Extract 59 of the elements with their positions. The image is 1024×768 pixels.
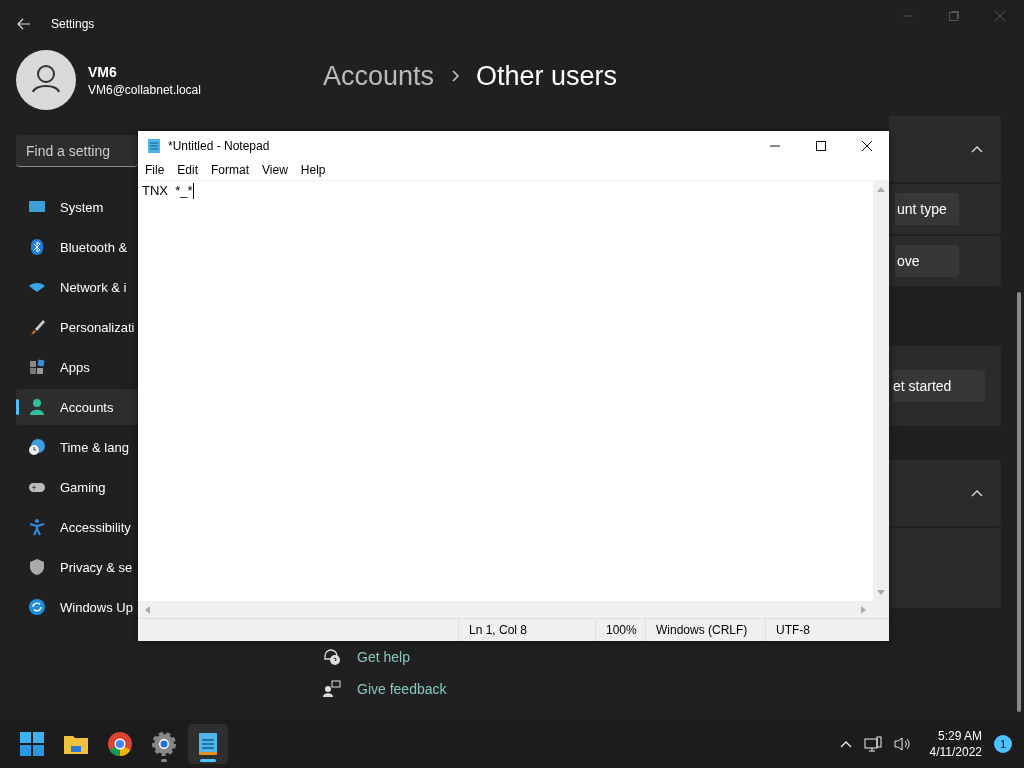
window-title: Settings bbox=[51, 17, 95, 31]
apps-icon bbox=[28, 358, 46, 376]
windows-logo-icon bbox=[19, 731, 45, 757]
notepad-icon bbox=[147, 137, 161, 154]
nav-item[interactable]: Network & i bbox=[16, 269, 138, 305]
nav-item[interactable]: Windows Up bbox=[16, 589, 138, 625]
status-field: UTF-8 bbox=[766, 619, 810, 641]
menu-item[interactable]: Help bbox=[300, 163, 326, 177]
browser-icon bbox=[107, 731, 133, 757]
update-icon bbox=[28, 598, 46, 616]
window-title: *Untitled - Notepad bbox=[168, 138, 270, 153]
nav-item[interactable]: Bluetooth & bbox=[16, 229, 138, 265]
nav-item[interactable]: Accounts bbox=[16, 389, 138, 425]
taskbar-app[interactable] bbox=[188, 724, 228, 764]
text-editor[interactable]: TNX *_* bbox=[138, 181, 873, 601]
clock-date[interactable]: 4/11/2022 bbox=[929, 745, 982, 759]
menu-item[interactable]: View bbox=[262, 163, 288, 177]
maximize-icon[interactable] bbox=[815, 139, 827, 152]
notification-badge[interactable]: 1 bbox=[994, 735, 1012, 753]
nav-item[interactable]: Gaming bbox=[16, 469, 138, 505]
back-icon[interactable] bbox=[17, 18, 31, 30]
person-icon bbox=[28, 398, 46, 416]
network-icon[interactable] bbox=[863, 736, 882, 752]
nav-item[interactable]: System bbox=[16, 189, 138, 225]
status-field: Windows (CRLF) bbox=[646, 619, 766, 641]
help-icon bbox=[323, 648, 341, 666]
user-name: VM6 bbox=[88, 63, 118, 80]
close-icon[interactable] bbox=[861, 139, 873, 152]
page-title: Other users bbox=[476, 60, 618, 92]
brush-icon bbox=[28, 318, 46, 336]
help-link[interactable]: Get help bbox=[357, 649, 410, 665]
accessibility-icon bbox=[28, 518, 46, 536]
gear-icon bbox=[151, 731, 177, 757]
action-button[interactable]: et started bbox=[893, 370, 985, 402]
volume-icon[interactable] bbox=[893, 736, 912, 752]
nav-item[interactable]: Privacy & se bbox=[16, 549, 138, 585]
status-field: Ln 1, Col 8 bbox=[459, 619, 596, 641]
nav-item[interactable]: Time & lang bbox=[16, 429, 138, 465]
avatar-icon bbox=[16, 50, 76, 110]
action-button[interactable]: unt type bbox=[895, 193, 959, 225]
chevron-up-icon[interactable] bbox=[839, 740, 852, 748]
nav-item[interactable]: Personalizati bbox=[16, 309, 138, 345]
nav-item[interactable]: Accessibility bbox=[16, 509, 138, 545]
clock-time[interactable]: 5:29 AM bbox=[937, 729, 982, 743]
breadcrumb-parent[interactable]: Accounts bbox=[323, 60, 435, 92]
help-link[interactable]: Give feedback bbox=[357, 681, 447, 697]
chevron-right-icon bbox=[450, 69, 461, 83]
search-field[interactable]: Find a setting bbox=[16, 135, 138, 167]
menu-item[interactable]: Format bbox=[211, 163, 250, 177]
user-email: VM6@collabnet.local bbox=[88, 82, 201, 97]
nav-item[interactable]: Apps bbox=[16, 349, 138, 385]
menu-item[interactable]: Edit bbox=[177, 163, 199, 177]
status-field: 100% bbox=[596, 619, 646, 641]
clock-icon bbox=[28, 438, 46, 456]
shield-icon bbox=[28, 558, 46, 576]
feedback-icon bbox=[323, 680, 341, 698]
bluetooth-icon bbox=[28, 238, 46, 256]
action-button[interactable]: ove bbox=[895, 245, 959, 277]
menu-item[interactable]: File bbox=[145, 163, 165, 177]
